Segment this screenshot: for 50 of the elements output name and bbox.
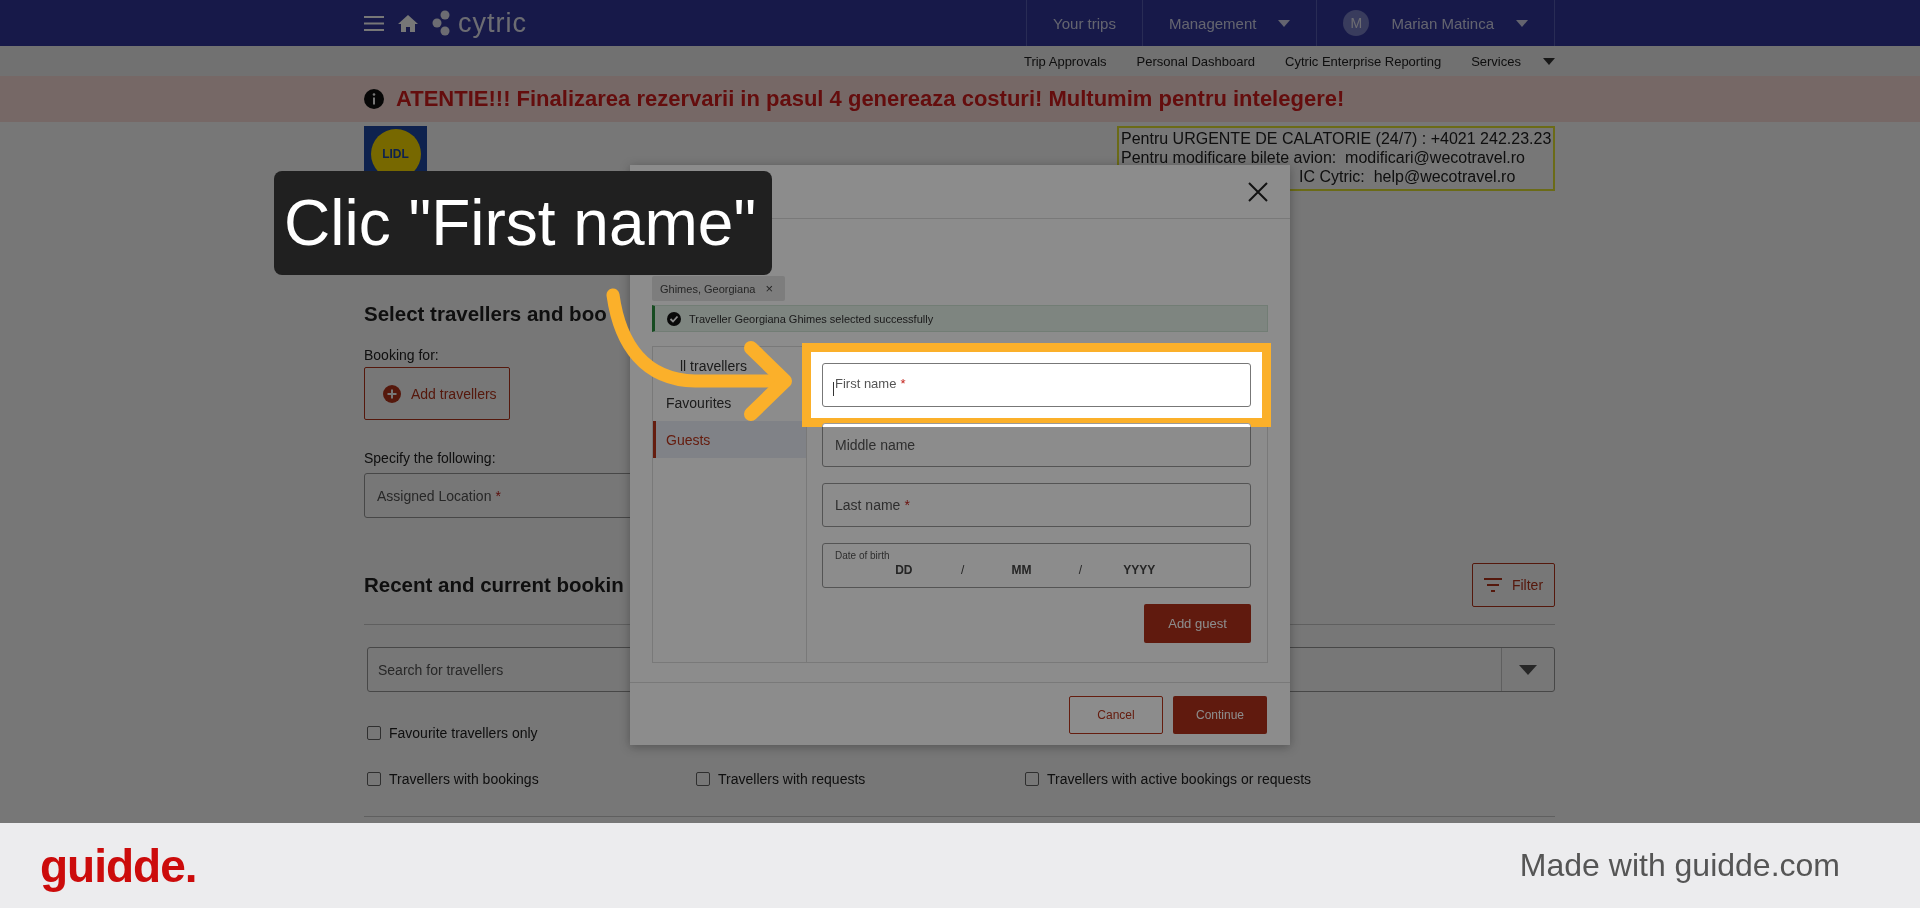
nav-link[interactable]: Your trips [1053,14,1116,32]
checkbox-label: Favourite travellers only [389,725,538,741]
nav-link[interactable]: Management [1168,14,1257,32]
checkbox-label: Travellers with active bookings or requests [1047,771,1312,787]
plus-icon [383,384,401,403]
dots-logo-icon [432,10,452,36]
caret-icon[interactable] [1543,57,1555,65]
subnav-link[interactable]: Trip Approvals [1023,53,1107,69]
cancel-button[interactable]: Cancel [1069,696,1163,734]
section-heading: Select travellers and boo [364,301,607,327]
logo-text: cytric [458,7,527,39]
continue-button[interactable]: Continue [1173,696,1267,734]
text-input-field[interactable]: First name * [822,363,1251,407]
date-of-birth-field[interactable]: Date of birth DD / MM / YYYY [822,543,1251,588]
tab[interactable]: Favourites [666,394,732,411]
brand-logo: guidde. [40,838,197,893]
dropdown-caret-icon[interactable] [1519,664,1537,675]
tab[interactable]: ll travellers [680,357,747,374]
checkbox-label: Travellers with bookings [389,771,539,787]
traveller-chip[interactable]: Ghimes, Georgiana × [652,276,785,301]
subnav-link[interactable]: Personal Dashboard [1136,53,1256,69]
caret-icon[interactable] [1516,19,1528,27]
text-input-field[interactable]: Middle name [822,423,1251,467]
field-label: Specify the following: [364,449,496,467]
close-icon[interactable] [1248,181,1268,202]
filter-icon [1483,578,1502,592]
checkbox[interactable] [1025,772,1039,786]
menu-icon[interactable] [364,15,384,31]
subnav-link[interactable]: Services [1471,53,1521,69]
subnav-link[interactable]: Cytric Enterprise Reporting [1285,53,1442,69]
checkbox[interactable] [367,772,381,786]
filter-button[interactable]: Filter [1472,563,1555,607]
check-circle-icon [667,311,681,326]
caret-icon[interactable] [1278,19,1291,27]
add-travellers-button[interactable]: Add travellers [364,367,510,420]
tab[interactable]: Guests [653,421,806,458]
text-input-field[interactable]: Last name * [822,483,1251,527]
success-alert: Traveller Georgiana Ghimes selected successfully [652,305,1268,332]
add-guest-button[interactable]: Add guest [1144,604,1251,643]
step-caption: Clic "First name" [274,171,773,275]
warning-banner-text: ATENTIE!!! Finalizarea rezervarii in pasul 4 genereaza costuri! Multumim pentru intelegere! [396,86,1345,112]
section-heading: Recent and current bookin [364,572,624,598]
home-icon[interactable] [398,14,418,32]
credit-text: Made with guidde.com [1519,847,1840,884]
checkbox[interactable] [367,726,381,740]
checkbox-label: Travellers with requests [718,771,866,787]
checkbox[interactable] [696,772,710,786]
user-name[interactable]: Marian Matinca [1391,14,1494,32]
field-label: Booking for: [364,346,439,364]
info-icon [364,89,384,109]
